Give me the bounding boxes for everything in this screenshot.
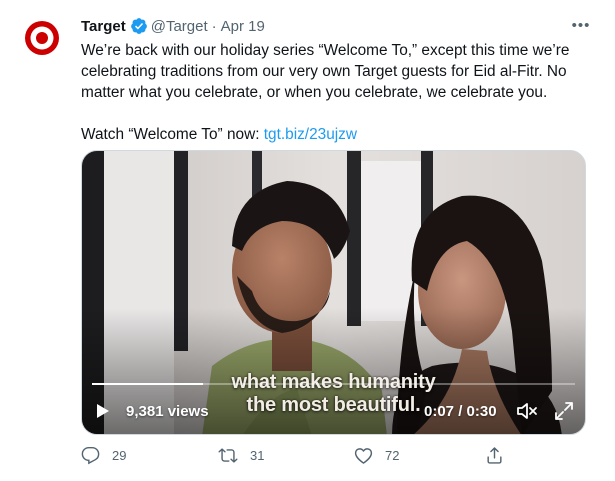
tweet-text: We’re back with our holiday series “Welc… bbox=[81, 40, 591, 145]
video-player[interactable]: what makes humanity the most beautiful. … bbox=[81, 150, 586, 435]
like-count: 72 bbox=[385, 448, 400, 463]
author-handle[interactable]: @Target bbox=[151, 18, 208, 35]
mute-icon[interactable] bbox=[515, 401, 539, 421]
share-icon bbox=[487, 447, 502, 464]
retweet-button[interactable]: 31 bbox=[218, 446, 264, 465]
reply-count: 29 bbox=[112, 448, 127, 463]
avatar[interactable] bbox=[22, 18, 62, 58]
retweet-icon bbox=[218, 448, 238, 463]
share-button[interactable] bbox=[485, 446, 516, 465]
tweet[interactable]: Target @Target · Apr 19 ••• We’re back w… bbox=[0, 0, 615, 481]
watch-line: Watch “Welcome To” now: tgt.biz/23ujzw bbox=[81, 124, 591, 145]
watch-link[interactable]: tgt.biz/23ujzw bbox=[264, 126, 357, 143]
tweet-date[interactable]: Apr 19 bbox=[221, 18, 265, 35]
like-icon bbox=[354, 448, 373, 464]
reply-icon bbox=[81, 446, 100, 465]
retweet-count: 31 bbox=[250, 448, 265, 463]
watch-prefix: Watch “Welcome To” now: bbox=[81, 126, 264, 143]
target-logo-icon bbox=[22, 18, 62, 58]
author-name[interactable]: Target bbox=[81, 18, 126, 35]
view-count: 9,381 views bbox=[126, 403, 209, 420]
verified-badge-icon bbox=[130, 17, 148, 35]
video-progress-fill bbox=[92, 383, 204, 385]
tweet-body: We’re back with our holiday series “Welc… bbox=[81, 42, 570, 101]
video-time: 0:07 / 0:30 bbox=[424, 403, 497, 420]
like-button[interactable]: 72 bbox=[354, 446, 399, 465]
video-progress-bar[interactable] bbox=[92, 383, 575, 385]
play-icon[interactable] bbox=[96, 403, 110, 419]
separator-dot: · bbox=[211, 17, 217, 35]
tweet-actions: 29 31 72 bbox=[81, 446, 511, 470]
more-icon[interactable]: ••• bbox=[569, 15, 593, 35]
tweet-header: Target @Target · Apr 19 bbox=[81, 17, 265, 35]
expand-icon[interactable] bbox=[553, 400, 575, 422]
reply-button[interactable]: 29 bbox=[81, 446, 126, 465]
